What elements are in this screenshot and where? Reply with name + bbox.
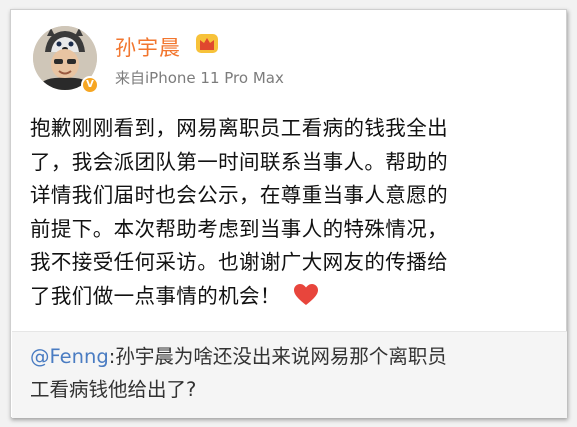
username[interactable]: 孙宇晨 [115, 32, 181, 62]
post-body-line: 了我们做一点事情的机会！ [30, 283, 281, 308]
verified-badge-icon: V [81, 76, 99, 94]
post-source: 来自iPhone 11 Pro Max [115, 69, 284, 87]
post-body-line: 抱歉刚刚看到，网易离职员工看病的钱我全出 [30, 116, 448, 140]
post-body-line: 前提下。本次帮助考虑到当事人的特殊情况， [30, 216, 448, 241]
mention-link[interactable]: @Fenng [30, 345, 109, 368]
crown-icon[interactable] [195, 32, 219, 54]
repost-line: @Fenng:孙宇晨为啥还没出来说网易那个离职员 [30, 340, 550, 373]
repost-text: @Fenng:孙宇晨为啥还没出来说网易那个离职员 工看病钱他给出了? [30, 340, 550, 406]
post-body: 抱歉刚刚看到，网易离职员工看病的钱我全出 了，我会派团队第一时间联系当事人。帮助… [30, 112, 558, 313]
repost-line-text: :孙宇晨为啥还没出来说网易那个离职员 [108, 345, 447, 368]
post-body-line: 了，我会派团队第一时间联系当事人。帮助的 [30, 149, 448, 174]
repost-line-text: 工看病钱他给出了? [30, 378, 197, 401]
repost-section[interactable]: @Fenng:孙宇晨为啥还没出来说网易那个离职员 工看病钱他给出了? [12, 331, 567, 418]
screenshot-frame: V 孙宇晨 来自iPhone 11 Pro Max 抱歉刚刚看到，网易离职员工看… [0, 0, 577, 427]
post-body-last-line: 了我们做一点事情的机会！ [30, 280, 558, 314]
post-body-line: 详情我们届时也会公示，在尊重当事人意愿的 [30, 183, 448, 207]
post-body-line: 我不接受任何采访。也谢谢广大网友的传播给 [30, 250, 448, 274]
weibo-post-card: V 孙宇晨 来自iPhone 11 Pro Max 抱歉刚刚看到，网易离职员工看… [10, 9, 567, 418]
heart-icon [293, 283, 318, 305]
